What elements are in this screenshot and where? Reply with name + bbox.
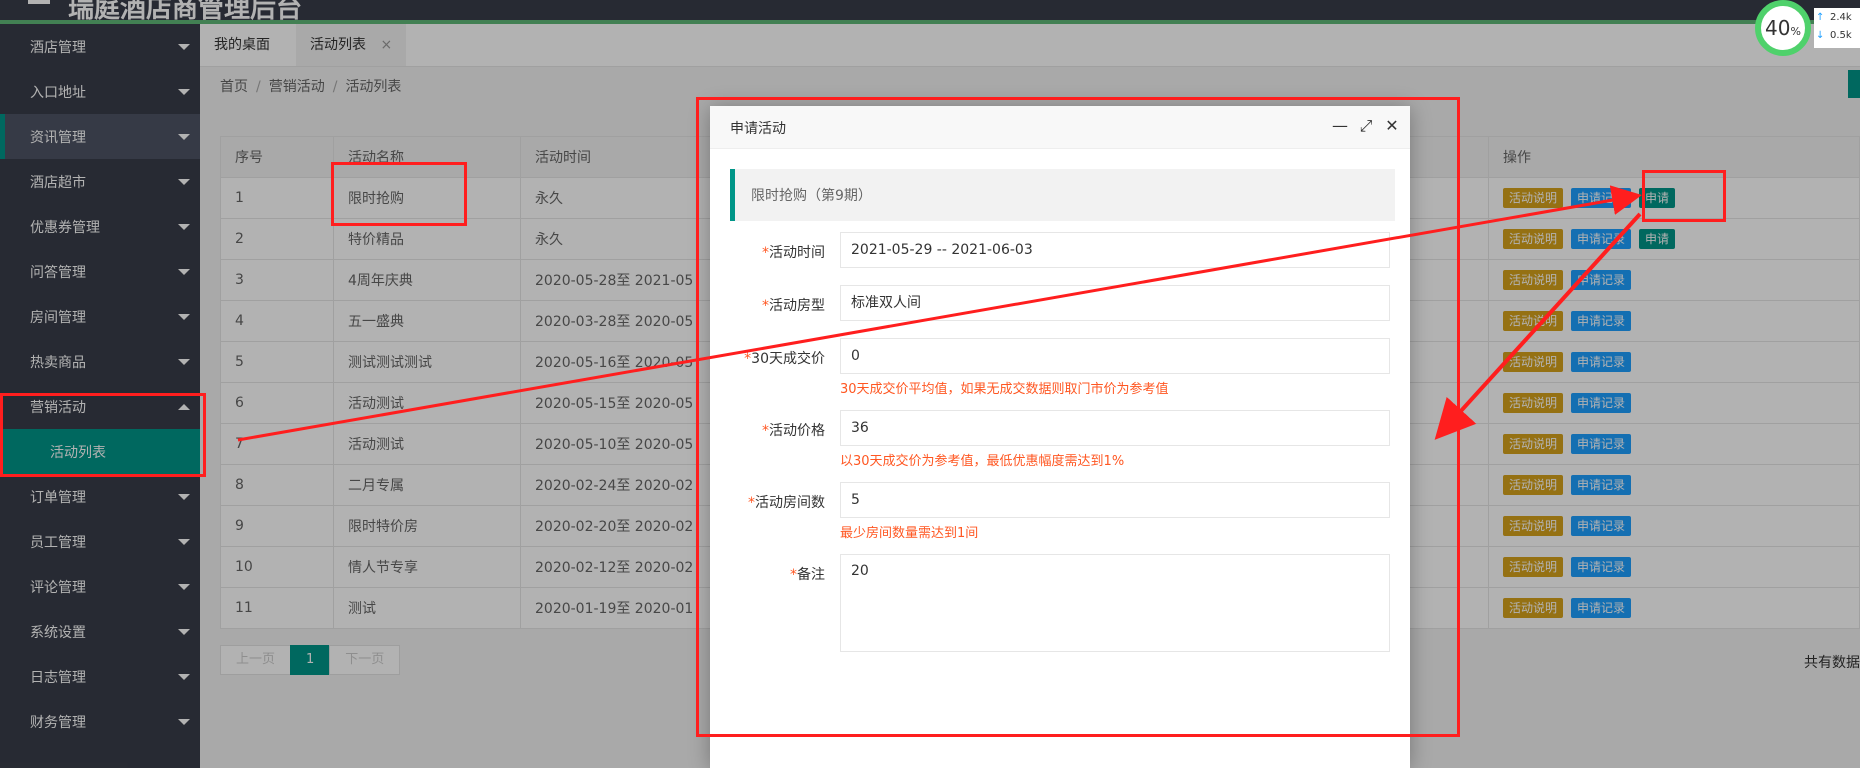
annotation-arrow-to-dialog xyxy=(1434,212,1642,440)
network-speed-box: ↑ 2.4k ↓ 0.5k xyxy=(1814,8,1860,48)
download-arrow-icon: ↓ xyxy=(1816,30,1825,41)
annotation-arrow-to-apply xyxy=(237,185,1642,442)
download-speed: 0.5k xyxy=(1830,30,1852,41)
network-monitor-gauge[interactable]: 40% xyxy=(1755,0,1811,56)
monitor-percent-sign: % xyxy=(1790,25,1801,38)
upload-arrow-icon: ↑ xyxy=(1816,12,1825,23)
monitor-percent: 40 xyxy=(1765,16,1791,40)
upload-speed: 2.4k xyxy=(1830,12,1852,23)
annotation-arrows xyxy=(237,185,1642,442)
